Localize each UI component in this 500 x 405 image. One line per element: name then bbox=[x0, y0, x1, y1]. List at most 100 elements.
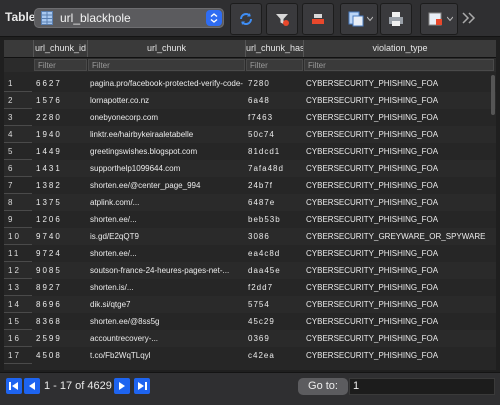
violation-type-cell[interactable]: CYBERSECURITY_PHISHING_FOA bbox=[304, 313, 494, 330]
url-chunk-cell[interactable]: greetingswishes.blogspot.com bbox=[88, 143, 244, 160]
next-page-button[interactable] bbox=[114, 378, 130, 394]
url-chunk-cell[interactable]: dik.si/qtge7 bbox=[88, 296, 244, 313]
table-row[interactable]: 16 2599 accountrecovery-... 0369 CYBERSECURI… bbox=[4, 330, 496, 347]
table-row[interactable]: 17 4508 t.co/Fb2WqTLqyl c42ea CYBERSECURITY_… bbox=[4, 347, 496, 364]
violation-type-cell[interactable]: CYBERSECURITY_PHISHING_FOA bbox=[304, 347, 494, 364]
url-chunk-hash-cell[interactable]: 45c29 bbox=[246, 313, 302, 330]
clear-filters-button[interactable] bbox=[266, 3, 298, 35]
table-row[interactable]: 15 8368 shorten.ee/@8ss5g 45c29 CYBERSECURIT… bbox=[4, 313, 496, 330]
previous-page-button[interactable] bbox=[24, 378, 40, 394]
url-chunk-cell[interactable]: is.gd/E2qQT9 bbox=[88, 228, 244, 245]
url-chunk-id-cell[interactable]: 9724 bbox=[34, 245, 86, 262]
violation-type-cell[interactable]: CYBERSECURITY_PHISHING_FOA bbox=[304, 126, 494, 143]
table-row[interactable]: 6 1431 supporthelp1099644.com 7afa48d CYBERS… bbox=[4, 160, 496, 177]
url-chunk-id-cell[interactable]: 2599 bbox=[34, 330, 86, 347]
url-chunk-hash-cell[interactable]: 0369 bbox=[246, 330, 302, 347]
violation-type-cell[interactable]: CYBERSECURITY_PHISHING_FOA bbox=[304, 330, 494, 347]
url-chunk-hash-cell[interactable]: 7afa48d bbox=[246, 160, 302, 177]
table-select[interactable]: url_blackhole bbox=[34, 8, 224, 28]
new-record-button[interactable] bbox=[420, 3, 458, 35]
url-chunk-id-cell[interactable]: 1382 bbox=[34, 177, 86, 194]
url-chunk-hash-cell[interactable]: 81dcd1 bbox=[246, 143, 302, 160]
filter-input-url-chunk-hash[interactable]: Filter bbox=[246, 59, 303, 71]
url-chunk-cell[interactable]: atplink.com/... bbox=[88, 194, 244, 211]
goto-page-input[interactable]: 1 bbox=[349, 378, 495, 395]
url-chunk-hash-cell[interactable]: daa45e bbox=[246, 262, 302, 279]
url-chunk-id-cell[interactable]: 1431 bbox=[34, 160, 86, 177]
url-chunk-hash-cell[interactable]: 6a48 bbox=[246, 92, 302, 109]
violation-type-cell[interactable]: CYBERSECURITY_PHISHING_FOA bbox=[304, 262, 494, 279]
violation-type-cell[interactable]: CYBERSECURITY_PHISHING_FOA bbox=[304, 296, 494, 313]
url-chunk-id-cell[interactable]: 2280 bbox=[34, 109, 86, 126]
url-chunk-id-cell[interactable]: 1206 bbox=[34, 211, 86, 228]
first-page-button[interactable] bbox=[6, 378, 22, 394]
table-row[interactable]: 10 9740 is.gd/E2qQT9 3086 CYBERSECURITY_GREY… bbox=[4, 228, 496, 245]
filter-input-url-chunk[interactable]: Filter bbox=[88, 59, 245, 71]
last-page-button[interactable] bbox=[134, 378, 150, 394]
violation-type-cell[interactable]: CYBERSECURITY_PHISHING_FOA bbox=[304, 160, 494, 177]
table-row[interactable]: 14 8696 dik.si/qtge7 5754 CYBERSECURITY_PHIS… bbox=[4, 296, 496, 313]
violation-type-cell[interactable]: CYBERSECURITY_GREYWARE_OR_SPYWARE bbox=[304, 228, 494, 245]
url-chunk-hash-cell[interactable]: 3086 bbox=[246, 228, 302, 245]
url-chunk-hash-cell[interactable]: 24b7f bbox=[246, 177, 302, 194]
url-chunk-hash-cell[interactable]: f7463 bbox=[246, 109, 302, 126]
table-row[interactable]: 7 1382 shorten.ee/@center_page_994 24b7f CYB… bbox=[4, 177, 496, 194]
violation-type-cell[interactable]: CYBERSECURITY_PHISHING_FOA bbox=[304, 75, 494, 92]
table-row[interactable]: 9 1206 shorten.ee/... beb53b CYBERSECURITY_P… bbox=[4, 211, 496, 228]
url-chunk-id-cell[interactable]: 1449 bbox=[34, 143, 86, 160]
url-chunk-id-cell[interactable]: 8368 bbox=[34, 313, 86, 330]
url-chunk-cell[interactable]: lornapotter.co.nz bbox=[88, 92, 244, 109]
url-chunk-hash-cell[interactable]: ea4c8d bbox=[246, 245, 302, 262]
url-chunk-id-cell[interactable]: 9740 bbox=[34, 228, 86, 245]
url-chunk-cell[interactable]: shorten.is/... bbox=[88, 279, 244, 296]
violation-type-cell[interactable]: CYBERSECURITY_PHISHING_FOA bbox=[304, 143, 494, 160]
url-chunk-cell[interactable]: onebyonecorp.com bbox=[88, 109, 244, 126]
table-row[interactable]: 5 1449 greetingswishes.blogspot.com 81dcd1 C… bbox=[4, 143, 496, 160]
url-chunk-hash-cell[interactable]: 5754 bbox=[246, 296, 302, 313]
url-chunk-cell[interactable]: supporthelp1099644.com bbox=[88, 160, 244, 177]
column-header-violation-type[interactable]: violation_type bbox=[304, 40, 496, 57]
table-row[interactable]: 2 1576 lornapotter.co.nz 6a48 CYBERSECURITY_… bbox=[4, 92, 496, 109]
url-chunk-id-cell[interactable]: 1940 bbox=[34, 126, 86, 143]
url-chunk-hash-cell[interactable]: 50c74 bbox=[246, 126, 302, 143]
url-chunk-id-cell[interactable]: 1576 bbox=[34, 92, 86, 109]
table-row[interactable]: 12 9085 soutson-france-24-heures-pages-net… bbox=[4, 262, 496, 279]
url-chunk-hash-cell[interactable]: beb53b bbox=[246, 211, 302, 228]
save-changes-button[interactable] bbox=[340, 3, 378, 35]
violation-type-cell[interactable]: CYBERSECURITY_PHISHING_FOA bbox=[304, 279, 494, 296]
url-chunk-cell[interactable]: shorten.ee/@center_page_994 bbox=[88, 177, 244, 194]
url-chunk-cell[interactable]: pagina.pro/facebook-protected-verify-cod… bbox=[88, 75, 244, 92]
url-chunk-hash-cell[interactable]: f2dd7 bbox=[246, 279, 302, 296]
url-chunk-cell[interactable]: accountrecovery-... bbox=[88, 330, 244, 347]
url-chunk-id-cell[interactable]: 4508 bbox=[34, 347, 86, 364]
violation-type-cell[interactable]: CYBERSECURITY_PHISHING_FOA bbox=[304, 194, 494, 211]
url-chunk-cell[interactable]: linktr.ee/hairbykeiraaletabelle bbox=[88, 126, 244, 143]
filter-input-violation-type[interactable]: Filter bbox=[304, 59, 494, 71]
url-chunk-cell[interactable]: soutson-france-24-heures-pages-net-... bbox=[88, 262, 244, 279]
url-chunk-cell[interactable]: t.co/Fb2WqTLqyl bbox=[88, 347, 244, 364]
violation-type-cell[interactable]: CYBERSECURITY_PHISHING_FOA bbox=[304, 109, 494, 126]
url-chunk-cell[interactable]: shorten.ee/@8ss5g bbox=[88, 313, 244, 330]
url-chunk-id-cell[interactable]: 8696 bbox=[34, 296, 86, 313]
column-header-url-chunk[interactable]: url_chunk bbox=[88, 40, 246, 57]
delete-record-button[interactable] bbox=[302, 3, 334, 35]
url-chunk-cell[interactable]: shorten.ee/... bbox=[88, 245, 244, 262]
violation-type-cell[interactable]: CYBERSECURITY_PHISHING_FOA bbox=[304, 177, 494, 194]
table-row[interactable]: 1 6627 pagina.pro/facebook-protected-verif… bbox=[4, 75, 496, 92]
url-chunk-id-cell[interactable]: 9085 bbox=[34, 262, 86, 279]
url-chunk-id-cell[interactable]: 6627 bbox=[34, 75, 86, 92]
violation-type-cell[interactable]: CYBERSECURITY_PHISHING_FOA bbox=[304, 245, 494, 262]
more-chevron-icon[interactable] bbox=[462, 12, 476, 24]
vertical-scrollbar[interactable] bbox=[490, 75, 496, 365]
violation-type-cell[interactable]: CYBERSECURITY_PHISHING_FOA bbox=[304, 92, 494, 109]
url-chunk-id-cell[interactable]: 1375 bbox=[34, 194, 86, 211]
filter-input-url-chunk-id[interactable]: Filter bbox=[34, 59, 87, 71]
table-row[interactable]: 8 1375 atplink.com/... 6487e CYBERSECURITY_P… bbox=[4, 194, 496, 211]
table-row[interactable]: 4 1940 linktr.ee/hairbykeiraaletabelle 50c7… bbox=[4, 126, 496, 143]
refresh-button[interactable] bbox=[230, 3, 262, 35]
print-button[interactable] bbox=[380, 3, 412, 35]
table-row[interactable]: 11 9724 shorten.ee/... ea4c8d CYBERSECURITY_… bbox=[4, 245, 496, 262]
column-header-url-chunk-hash[interactable]: url_chunk_hash bbox=[246, 40, 304, 57]
table-row[interactable]: 3 2280 onebyonecorp.com f7463 CYBERSECURITY_… bbox=[4, 109, 496, 126]
url-chunk-cell[interactable]: shorten.ee/... bbox=[88, 211, 244, 228]
